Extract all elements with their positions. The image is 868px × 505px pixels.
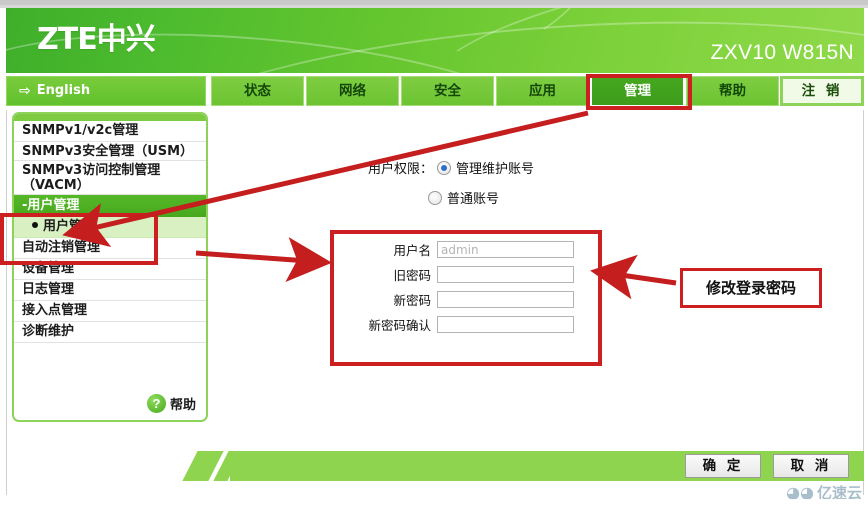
new-password-input[interactable] — [437, 291, 574, 308]
sidebar-item-snmpv3-usm[interactable]: SNMPv3安全管理（USM） — [14, 142, 206, 161]
annotation-callout-change-password: 修改登录密码 — [680, 268, 822, 308]
username-label: 用户名 — [393, 243, 431, 258]
footer-band-main — [230, 451, 864, 481]
radio-admin-account-label: 管理维护账号 — [456, 162, 535, 177]
sidebar-item-list: SNMPv1/v2c管理 SNMPv3安全管理（USM） SNMPv3访问控制管… — [14, 121, 206, 369]
permission-row-normal: 普通账号 — [428, 188, 499, 207]
sidebar-header-strip — [14, 114, 206, 121]
navigation-bar: ⇨ English 状态 网络 安全 应用 管理 帮助 注 销 — [6, 76, 864, 108]
window-top-strip — [0, 0, 868, 8]
language-switch-label: English — [36, 83, 91, 98]
zte-logo: ZTE中兴 — [37, 22, 156, 57]
sidebar-item-user-management[interactable]: 用户管理 — [14, 217, 206, 238]
old-password-label: 旧密码 — [393, 268, 431, 283]
sidebar-help-label: 帮助 — [169, 398, 196, 413]
tab-application[interactable]: 应用 — [496, 76, 589, 106]
old-password-input[interactable] — [437, 266, 574, 283]
new-password-label: 新密码 — [393, 293, 431, 308]
sidebar-item-ap-management[interactable]: 接入点管理 — [14, 301, 206, 322]
form-row-confirm-password: 新密码确认 — [352, 315, 574, 334]
password-form: 用户名 旧密码 新密码 新密码确认 — [352, 240, 574, 340]
form-row-new-password: 新密码 — [352, 290, 574, 309]
footer-band — [180, 451, 864, 481]
permission-label: 用户权限： — [368, 162, 434, 177]
radio-admin-account[interactable] — [437, 161, 452, 175]
sidebar-item-snmpv3-vacm[interactable]: SNMPv3访问控制管理（VACM） — [14, 161, 206, 195]
sidebar-item-user-management-label: 用户管理 — [43, 219, 96, 234]
confirm-password-label: 新密码确认 — [368, 318, 431, 333]
device-model-label: ZXV10 W815N — [710, 41, 854, 64]
username-input[interactable] — [437, 241, 574, 258]
sidebar-item-log-management[interactable]: 日志管理 — [14, 280, 206, 301]
main-tabs: 状态 网络 安全 应用 管理 帮助 — [211, 76, 781, 106]
sidebar-item-diagnostics[interactable]: 诊断维护 — [14, 322, 206, 343]
confirm-password-input[interactable] — [437, 316, 574, 333]
language-switch-english[interactable]: ⇨ English — [6, 76, 206, 106]
sidebar-item-snmpv1v2c[interactable]: SNMPv1/v2c管理 — [14, 121, 206, 142]
tab-help[interactable]: 帮助 — [686, 76, 779, 106]
radio-normal-account-label: 普通账号 — [447, 192, 500, 207]
sidebar-menu: SNMPv1/v2c管理 SNMPv3安全管理（USM） SNMPv3访问控制管… — [12, 112, 208, 422]
tab-network[interactable]: 网络 — [306, 76, 399, 106]
window-top-strip-inner — [0, 0, 868, 5]
page-banner: ZTE中兴 ZXV10 W815N — [6, 8, 864, 73]
logout-button[interactable]: 注 销 — [780, 76, 864, 106]
tab-status[interactable]: 状态 — [211, 76, 304, 106]
router-admin-page: ZTE中兴 ZXV10 W815N ⇨ English 状态 网络 安全 应用 管… — [0, 0, 868, 505]
confirm-button[interactable]: 确 定 — [685, 454, 761, 478]
form-row-username: 用户名 — [352, 240, 574, 259]
sidebar-item-auto-logout[interactable]: 自动注销管理 — [14, 238, 206, 259]
cancel-button[interactable]: 取 消 — [773, 454, 849, 478]
tab-security[interactable]: 安全 — [401, 76, 494, 106]
window-bottom-strip — [0, 499, 868, 505]
form-row-old-password: 旧密码 — [352, 265, 574, 284]
right-arrow-icon: ⇨ — [19, 83, 31, 99]
radio-normal-account[interactable] — [428, 191, 442, 205]
question-mark-icon: ? — [146, 394, 166, 413]
sidebar-group-user-management[interactable]: -用户管理 — [14, 195, 206, 217]
permission-row-admin: 用户权限： 管理维护账号 — [368, 158, 534, 177]
sidebar-item-device-management[interactable]: 设备管理 — [14, 259, 206, 280]
sidebar-help-link[interactable]: ? 帮助 — [146, 394, 196, 413]
bullet-icon — [32, 222, 38, 228]
tab-management[interactable]: 管理 — [591, 76, 684, 106]
